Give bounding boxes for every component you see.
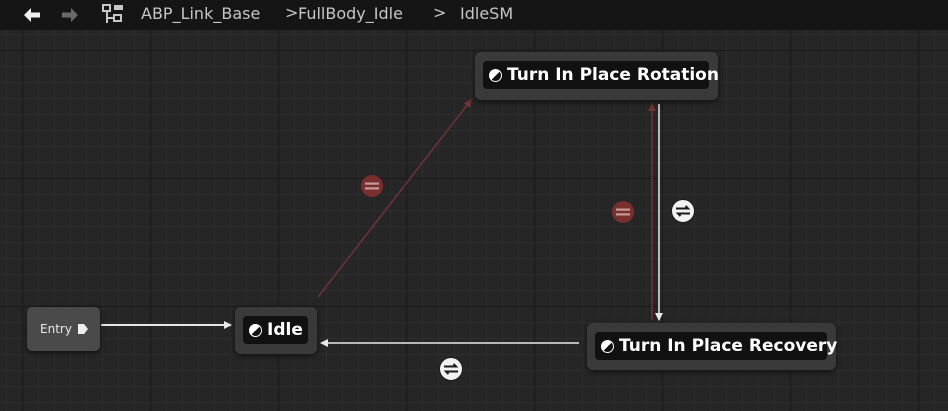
breadcrumb-separator: >: [433, 3, 447, 22]
state-label: Idle: [267, 320, 303, 340]
breadcrumb-item-anim-blueprint[interactable]: ABP_Link_Base: [141, 4, 260, 23]
hierarchy-button[interactable]: [101, 2, 125, 26]
entry-node[interactable]: Entry: [27, 307, 100, 351]
transition-rule-icon: [439, 357, 463, 381]
state-node-title: Idle: [243, 316, 308, 344]
breadcrumb-separator: >: [285, 3, 299, 22]
state-node-title: Turn In Place Recovery: [595, 332, 837, 360]
transition-rule-idle-to-rotation[interactable]: [360, 174, 384, 198]
state-label: Turn In Place Rotation: [507, 65, 719, 85]
breadcrumb-item-anim-graph[interactable]: FullBody_Idle: [298, 4, 403, 23]
state-node-turn-in-place-rotation[interactable]: Turn In Place Rotation: [475, 52, 719, 100]
state-node-idle[interactable]: Idle: [235, 307, 317, 354]
breadcrumb-item-state-machine[interactable]: IdleSM: [460, 4, 513, 23]
forward-button[interactable]: [58, 3, 82, 27]
state-icon: [249, 323, 262, 337]
transition-rule-icon: [612, 201, 634, 223]
state-node-turn-in-place-recovery[interactable]: Turn In Place Recovery: [587, 323, 837, 370]
arrow-right-icon: [62, 8, 78, 22]
state-node-title: Turn In Place Rotation: [483, 61, 719, 89]
exec-pin-icon[interactable]: [77, 323, 89, 335]
transition-rule-icon: [671, 199, 695, 223]
hierarchy-icon: [102, 4, 123, 23]
transition-rule-recovery-to-rotation[interactable]: [611, 200, 635, 224]
state-label: Turn In Place Recovery: [619, 336, 838, 356]
state-machine-editor: ABP_Link_Base > FullBody_Idle > IdleSM E…: [0, 0, 948, 411]
entry-label: Entry: [40, 322, 72, 336]
wire-idle-to-rotation: [317, 99, 472, 298]
transition-rule-rotation-to-recovery[interactable]: [671, 199, 695, 223]
back-button[interactable]: [20, 3, 44, 27]
state-icon: [601, 339, 614, 353]
arrow-left-icon: [24, 8, 40, 22]
transition-rule-icon: [361, 175, 383, 197]
transition-rule-recovery-to-idle[interactable]: [439, 357, 463, 381]
state-icon: [489, 68, 502, 82]
breadcrumb-toolbar: ABP_Link_Base > FullBody_Idle > IdleSM: [0, 0, 948, 30]
